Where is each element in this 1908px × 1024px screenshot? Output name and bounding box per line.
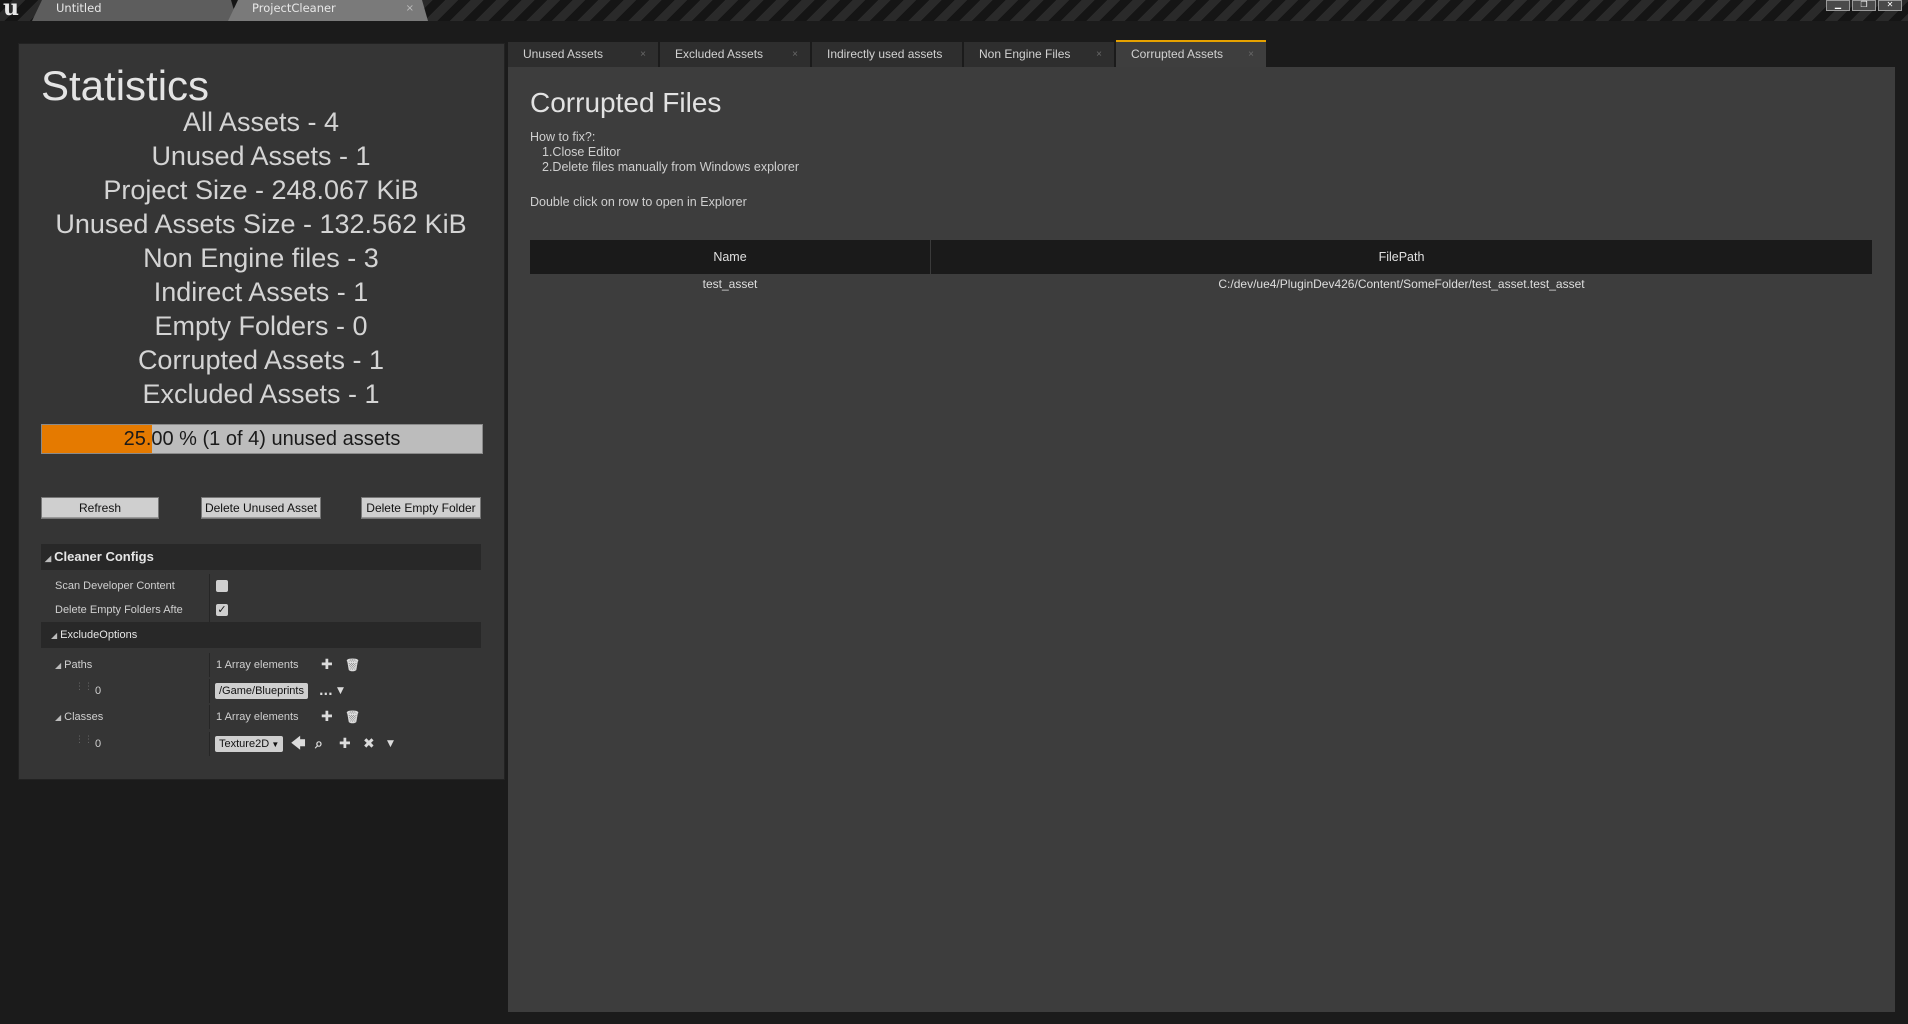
doc-tab-label: ProjectCleaner — [252, 1, 336, 15]
collapse-arrow-icon[interactable]: ◢ — [55, 713, 61, 722]
browse-ellipsis-icon[interactable]: ... — [319, 679, 333, 703]
statistics-title: Statistics — [41, 62, 210, 109]
trash-icon[interactable]: 🗑 — [345, 653, 360, 677]
delete-empty-folders-checkbox[interactable]: ✓ — [216, 604, 228, 616]
delete-empty-folders-label: Delete Empty Folders Afte — [55, 604, 183, 616]
drag-handle-icon[interactable]: ⋮⋮ — [75, 736, 93, 752]
delete-unused-asset-button[interactable]: Delete Unused Asset — [201, 497, 321, 519]
dropdown-arrow-icon[interactable]: ▼ — [337, 679, 344, 703]
cleaner-configs-label: Cleaner Configs — [54, 549, 154, 564]
close-tab-icon[interactable]: × — [1096, 42, 1102, 67]
tab-indirectly-used-assets[interactable]: Indirectly used assets — [812, 42, 962, 67]
cell-filepath: C:/dev/ue4/PluginDev426/Content/SomeFold… — [1218, 277, 1585, 291]
paths-index: 0 — [95, 685, 102, 697]
collapse-arrow-icon: ◢ — [45, 554, 52, 563]
exclude-options-label: ExcludeOptions — [60, 629, 138, 641]
dropdown-arrow-icon: ▼ — [269, 740, 280, 749]
config-row-scan-developer: Scan Developer Content — [41, 574, 481, 598]
classes-index: 0 — [95, 738, 102, 750]
close-tab-icon[interactable]: × — [792, 42, 798, 67]
scan-developer-checkbox[interactable] — [216, 580, 228, 592]
add-element-icon[interactable]: ✚ — [321, 653, 333, 677]
tab-unused-assets[interactable]: Unused Assets × — [508, 42, 658, 67]
unused-progress-bar: 25.00 % (1 of 4) unused assets — [41, 424, 483, 454]
close-tab-icon[interactable]: × — [1248, 42, 1254, 67]
tab-non-engine-files[interactable]: Non Engine Files × — [964, 42, 1114, 67]
exclude-options-header[interactable]: ◢ ExcludeOptions — [41, 622, 481, 648]
close-icon[interactable]: ✕ — [1878, 0, 1902, 11]
title-bar: u Untitled ProjectCleaner × ▁ ❐ ✕ — [0, 0, 1908, 21]
stat-excluded-assets: Excluded Assets - 1 — [142, 379, 380, 409]
config-row-paths-0: ⋮⋮ 0 /Game/Blueprints ... ▼ — [41, 679, 481, 703]
unreal-logo-icon: u — [3, 0, 19, 21]
scan-developer-label: Scan Developer Content — [55, 580, 175, 592]
cell-name: test_asset — [702, 277, 758, 291]
paths-label: Paths — [64, 659, 93, 671]
statistics-panel: Statistics All Assets - 4 Unused Assets … — [18, 43, 505, 780]
stat-non-engine-files: Non Engine files - 3 — [143, 243, 379, 273]
tab-label: Corrupted Assets — [1131, 47, 1224, 61]
doc-tab-projectcleaner[interactable]: ProjectCleaner × — [228, 0, 428, 21]
content-title: Corrupted Files — [530, 87, 722, 118]
collapse-arrow-icon[interactable]: ◢ — [55, 661, 61, 670]
classes-label: Classes — [64, 711, 104, 723]
table-header: Name FilePath — [530, 240, 1872, 274]
dropdown-arrow-icon[interactable]: ▼ — [387, 732, 394, 756]
refresh-button[interactable]: Refresh — [41, 497, 159, 519]
stat-corrupted-assets: Corrupted Assets - 1 — [137, 345, 385, 375]
drag-handle-icon[interactable]: ⋮⋮ — [75, 683, 93, 699]
classes-count: 1 Array elements — [216, 711, 299, 723]
clear-icon[interactable]: ✖ — [363, 732, 375, 756]
stat-all-assets: All Assets - 4 — [182, 107, 340, 137]
cleaner-configs-header[interactable]: ◢ Cleaner Configs — [41, 544, 481, 570]
add-element-icon[interactable]: ✚ — [321, 705, 333, 729]
column-header-filepath[interactable]: FilePath — [931, 240, 1872, 274]
tool-tab-strip: Unused Assets × Excluded Assets × Indirect… — [508, 40, 1898, 67]
path-value-field[interactable]: /Game/Blueprints — [215, 683, 308, 699]
tab-label: Non Engine Files — [979, 47, 1071, 61]
paths-count: 1 Array elements — [216, 659, 299, 671]
tab-label: Unused Assets — [523, 47, 604, 61]
close-tab-icon[interactable]: × — [640, 42, 646, 67]
use-selected-arrow-icon[interactable]: 🡄 — [291, 732, 305, 756]
stat-empty-folders: Empty Folders - 0 — [154, 311, 368, 341]
delete-empty-folder-button[interactable]: Delete Empty Folder — [361, 497, 481, 519]
config-row-paths: ◢ Paths 1 Array elements ✚ 🗑 — [41, 653, 481, 677]
stat-indirect-assets: Indirect Assets - 1 — [153, 277, 369, 307]
doc-tab-untitled[interactable]: Untitled — [32, 0, 237, 21]
help-step-1: 1.Close Editor — [542, 145, 621, 159]
browse-search-icon[interactable]: ⌕ — [315, 732, 323, 756]
collapse-arrow-icon: ◢ — [51, 631, 58, 640]
help-heading: How to fix?: — [530, 130, 596, 144]
tab-corrupted-assets[interactable]: Corrupted Assets × — [1116, 40, 1266, 67]
class-value: Texture2D — [219, 738, 270, 750]
stat-project-size: Project Size - 248.067 KiB — [103, 175, 419, 205]
minimize-icon[interactable]: ▁ — [1826, 0, 1850, 11]
tab-excluded-assets[interactable]: Excluded Assets × — [660, 42, 810, 67]
config-row-classes: ◢ Classes 1 Array elements ✚ 🗑 — [41, 705, 481, 729]
class-picker-dropdown[interactable]: Texture2D ▼ — [215, 736, 284, 752]
restore-icon[interactable]: ❐ — [1852, 0, 1876, 11]
add-element-icon[interactable]: ✚ — [339, 732, 351, 756]
trash-icon[interactable]: 🗑 — [345, 705, 360, 729]
stat-unused-assets: Unused Assets - 1 — [151, 141, 371, 171]
help-step-2: 2.Delete files manually from Windows exp… — [542, 160, 800, 174]
tab-label: Excluded Assets — [675, 47, 764, 61]
config-row-delete-empty: Delete Empty Folders Afte ✓ — [41, 598, 481, 622]
column-header-name[interactable]: Name — [530, 240, 931, 274]
close-tab-icon[interactable]: × — [406, 0, 414, 17]
corrupted-files-panel: Corrupted Files How to fix?: 1.Close Edi… — [508, 67, 1895, 1012]
progress-text: 25.00 % (1 of 4) unused assets — [123, 428, 401, 450]
stat-unused-assets-size: Unused Assets Size - 132.562 KiB — [55, 209, 467, 239]
table-row[interactable]: test_asset C:/dev/ue4/PluginDev426/Conte… — [530, 274, 1872, 294]
tab-label: Indirectly used assets — [827, 47, 943, 61]
config-row-classes-0: ⋮⋮ 0 Texture2D ▼ 🡄 ⌕ ✚ ✖ ▼ — [41, 732, 481, 756]
double-click-hint: Double click on row to open in Explorer — [530, 195, 747, 209]
doc-tab-label: Untitled — [56, 1, 102, 15]
